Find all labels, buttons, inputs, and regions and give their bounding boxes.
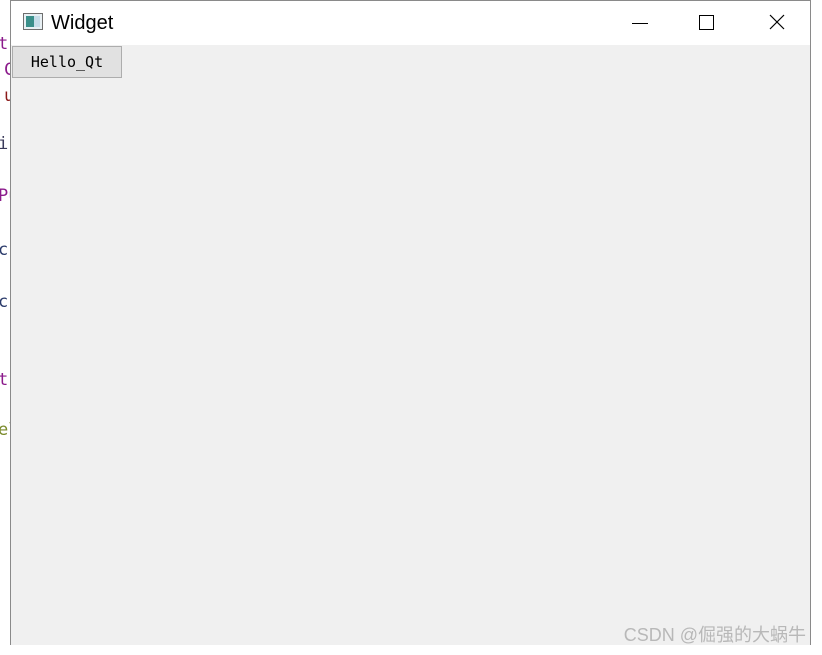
title-bar[interactable]: Widget — [11, 1, 810, 45]
minimize-button[interactable] — [615, 1, 661, 45]
client-area: Hello_Qt — [11, 45, 810, 645]
widget-window: Widget Hello_Qt — [10, 0, 811, 645]
app-icon[interactable] — [23, 13, 43, 30]
watermark: CSDN @倔强的大蜗牛 — [623, 625, 806, 645]
close-icon — [769, 14, 785, 30]
maximize-button[interactable] — [683, 1, 729, 45]
close-button[interactable] — [753, 1, 799, 45]
minimize-icon — [632, 23, 648, 24]
maximize-icon — [699, 15, 714, 30]
hello-qt-button[interactable]: Hello_Qt — [12, 46, 122, 78]
window-title: Widget — [51, 12, 114, 34]
